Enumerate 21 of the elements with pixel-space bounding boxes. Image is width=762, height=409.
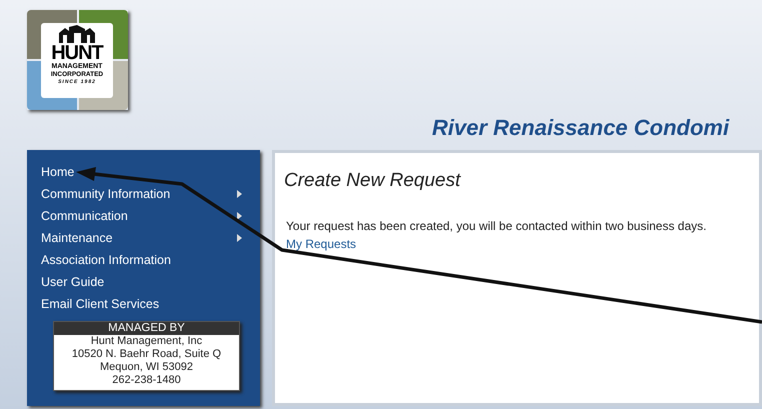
submenu-arrow-icon (237, 190, 242, 198)
my-requests-link[interactable]: My Requests (286, 234, 356, 252)
submenu-arrow-icon (237, 234, 242, 242)
page-heading: Create New Request (284, 169, 462, 193)
menu-item[interactable]: Maintenance (27, 227, 260, 249)
site-title: River Renaissance Condomi (432, 114, 730, 142)
card-heading: MANAGED BY (54, 322, 239, 335)
menu-item[interactable]: Association Information (27, 249, 260, 271)
logo-name: HUNT (51, 43, 103, 63)
address-line: Mequon, WI 53092 (100, 361, 193, 374)
menu-item[interactable]: Home (27, 161, 260, 183)
menu-item[interactable]: Community Information (27, 183, 260, 205)
address-line: 262-238-1480 (112, 374, 181, 387)
confirmation-message: Your request has been created, you will be contacted within two business days. (286, 218, 708, 234)
submenu-arrow-icon (237, 212, 242, 220)
address-line: 10520 N. Baehr Road, Suite Q (72, 348, 222, 361)
address-line: Hunt Management, Inc (90, 335, 202, 348)
menu-item[interactable]: User Guide (27, 271, 260, 293)
menu-item[interactable]: Email Client Services (27, 293, 260, 315)
buildings-icon (57, 25, 97, 43)
menu-item[interactable]: Communication (27, 205, 260, 227)
